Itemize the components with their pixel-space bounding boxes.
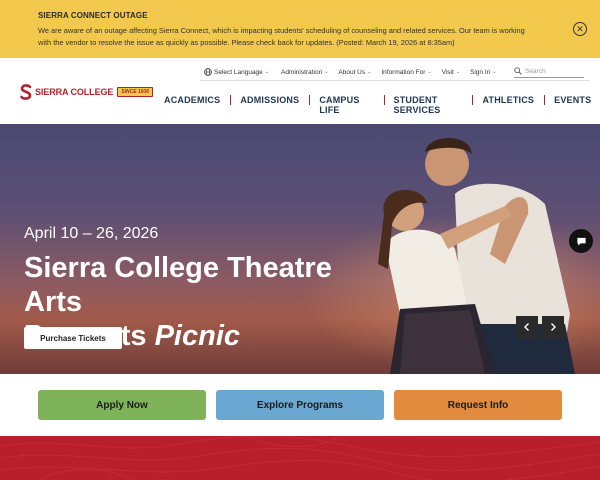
chevron-down-icon: ⌄: [427, 69, 432, 75]
logo-badge: SINCE 1936: [117, 87, 154, 97]
apply-now-button[interactable]: Apply Now: [38, 390, 206, 420]
logo-s-icon: [20, 84, 32, 100]
nav-item-events[interactable]: EVENTS: [554, 95, 591, 105]
chevron-left-icon: [524, 323, 529, 331]
hero-carousel: April 10 – 26, 2026 Sierra College Theat…: [0, 124, 600, 374]
search-box: [514, 65, 584, 78]
purchase-tickets-button[interactable]: Purchase Tickets: [24, 327, 122, 349]
search-icon[interactable]: [514, 67, 522, 75]
hero-title-line: Sierra College Theatre Arts: [24, 252, 332, 318]
utility-item-label: About Us: [338, 68, 366, 76]
explore-programs-button[interactable]: Explore Programs: [216, 390, 384, 420]
quick-actions: Apply Now Explore Programs Request Info: [0, 374, 600, 436]
topographic-pattern: [0, 436, 600, 480]
chevron-down-icon: ⌄: [367, 69, 372, 75]
nav-divider: [544, 95, 546, 105]
select-language-button[interactable]: Select Language ⌄: [204, 68, 269, 76]
utility-nav: Select Language ⌄ Administration ⌄ About …: [204, 66, 506, 78]
carousel-prev-button[interactable]: [516, 316, 538, 338]
chevron-down-icon: ⌄: [455, 69, 460, 75]
sierra-college-logo[interactable]: SIERRA COLLEGE SINCE 1936: [20, 84, 154, 100]
chat-button[interactable]: [569, 229, 593, 253]
hero-title-show-name: Picnic: [154, 320, 241, 352]
nav-item-academics[interactable]: ACADEMICS: [164, 95, 220, 105]
utility-item-visit[interactable]: Visit ⌄: [442, 69, 460, 76]
hero-date: April 10 – 26, 2026: [24, 225, 159, 242]
nav-item-label: STUDENT: [393, 95, 438, 105]
utility-item-label: Information For: [381, 68, 426, 76]
nav-item-campus-life[interactable]: CAMPUS LIFE: [319, 95, 359, 115]
request-info-button[interactable]: Request Info: [394, 390, 562, 420]
site-header: Select Language ⌄ Administration ⌄ About …: [0, 58, 600, 124]
nav-item-label: SERVICES: [393, 105, 441, 115]
utility-item-information-for[interactable]: Information For ⌄: [381, 69, 431, 76]
utility-item-sign-in[interactable]: Sign In ⌄: [470, 69, 496, 76]
chevron-right-icon: [551, 323, 556, 331]
search-input[interactable]: [525, 67, 581, 75]
nav-item-athletics[interactable]: ATHLETICS: [482, 95, 534, 105]
utility-item-label: Administration: [281, 68, 323, 76]
main-nav: ACADEMICS ADMISSIONS CAMPUS LIFE STUDENT…: [164, 95, 591, 115]
nav-divider: [472, 95, 474, 105]
alert-title: SIERRA CONNECT OUTAGE: [38, 11, 148, 20]
globe-icon: [204, 68, 212, 76]
nav-item-admissions[interactable]: ADMISSIONS: [240, 95, 299, 105]
logo-text: SIERRA COLLEGE: [35, 87, 114, 97]
nav-item-student-services[interactable]: STUDENT SERVICES: [394, 95, 441, 115]
nav-divider: [309, 95, 311, 105]
nav-divider: [383, 95, 385, 105]
utility-item-label: Visit: [441, 68, 454, 76]
chat-bubble-icon: [576, 237, 586, 246]
nav-item-label: CAMPUS: [319, 95, 360, 105]
utility-item-administration[interactable]: Administration ⌄: [281, 69, 328, 76]
decorative-red-band: [0, 436, 600, 480]
utility-item-label: Sign In: [470, 68, 491, 76]
select-language-label: Select Language: [214, 68, 263, 76]
nav-item-label: LIFE: [319, 105, 340, 115]
utility-item-about-us[interactable]: About Us ⌄: [338, 69, 371, 76]
alert-message: We are aware of an outage affecting Sier…: [38, 26, 525, 47]
outage-alert-banner: SIERRA CONNECT OUTAGE We are aware of an…: [0, 0, 600, 58]
carousel-next-button[interactable]: [542, 316, 564, 338]
nav-divider: [230, 95, 232, 105]
divider: [200, 80, 590, 81]
chevron-down-icon: ⌄: [492, 69, 497, 75]
chevron-down-icon: ⌄: [264, 69, 269, 75]
close-icon[interactable]: ✕: [573, 22, 587, 36]
chevron-down-icon: ⌄: [324, 69, 329, 75]
